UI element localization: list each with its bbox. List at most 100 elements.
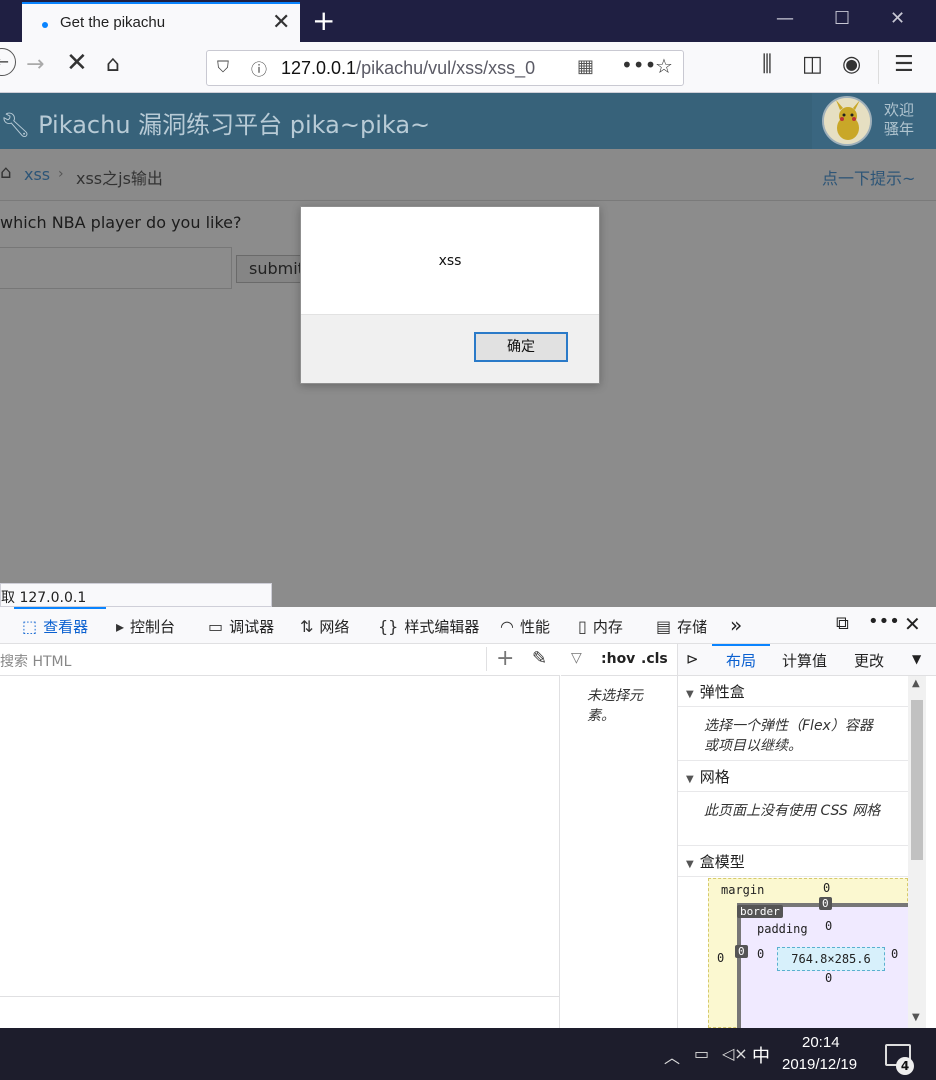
site-header: 🔧︎ Pikachu 漏洞练习平台 pika~pika~ 欢迎 骚年 (0, 93, 936, 149)
page-actions-icon[interactable]: ••• (621, 53, 656, 77)
clock-time[interactable]: 20:14 (802, 1034, 840, 1051)
more-tabs-icon[interactable]: » (730, 613, 742, 637)
back-button[interactable]: ← (0, 48, 16, 76)
box-model-border[interactable]: border 0 0 padding 0 0 764.8×285.6 0 0 (735, 897, 917, 1033)
bookmark-star-icon[interactable]: ☆ (655, 54, 673, 78)
submit-button[interactable]: submit (236, 255, 306, 283)
grid-section-header[interactable]: ▼ 网格 (678, 761, 908, 792)
loading-icon (42, 22, 48, 28)
tab-inspector[interactable]: ⬚ 查看器 (22, 616, 88, 637)
scroll-down-icon[interactable]: ▼ (912, 1012, 920, 1023)
tab-layout[interactable]: 布局 (726, 650, 756, 671)
tab-console[interactable]: ▸ 控制台 (116, 616, 175, 637)
alert-dialog: xss 确定 (300, 206, 600, 384)
tab-computed[interactable]: 计算值 (782, 650, 827, 671)
chevron-up-icon[interactable]: ︿ (664, 1044, 680, 1068)
tab-storage[interactable]: ▤ 存储 (656, 616, 707, 637)
box-model-margin[interactable]: margin 0 0 border 0 0 padding 0 0 764.8×… (708, 878, 917, 1033)
welcome-text: 欢迎 骚年 (884, 101, 914, 139)
padding-right-value[interactable]: 0 (891, 947, 898, 961)
html-search-input[interactable]: 搜索 HTML (0, 651, 71, 671)
cls-toggle[interactable]: .cls (641, 651, 668, 667)
html-search-row: 搜索 HTML + ✎ (0, 644, 560, 676)
box-model-section-header[interactable]: ▼ 盒模型 (678, 846, 908, 877)
breadcrumb-bar-divider (0, 996, 560, 997)
devtools-menu-icon[interactable]: ••• (868, 611, 900, 632)
tab-performance[interactable]: ◠ 性能 (500, 616, 550, 637)
box-model-content-size[interactable]: 764.8×285.6 (777, 947, 885, 971)
ok-button[interactable]: 确定 (474, 332, 568, 362)
layout-scrollbar[interactable]: ▲ ▼ (908, 676, 926, 1028)
qr-code-icon[interactable]: ▦ (577, 56, 594, 77)
rules-toolbar: ▽ :hov .cls (561, 644, 678, 676)
new-tab-button[interactable]: + (312, 4, 335, 37)
margin-top-value[interactable]: 0 (823, 881, 830, 895)
shield-icon[interactable]: ⛉ (217, 57, 229, 77)
url-text[interactable]: 127.0.0.1/pikachu/vul/xss/xss_0 (281, 58, 535, 79)
markup-view[interactable] (0, 676, 560, 1028)
stop-loading-button[interactable]: ✕ (66, 48, 88, 78)
border-top-value[interactable]: 0 (819, 897, 832, 910)
sidebar-icon[interactable]: ◫ (802, 52, 823, 77)
player-input[interactable] (0, 247, 232, 289)
wrench-icon: 🔧︎ (0, 111, 31, 139)
flexbox-section-header[interactable]: ▼ 弹性盒 (678, 676, 908, 707)
home-button[interactable]: ⌂ (106, 52, 120, 77)
volume-muted-icon[interactable]: ◁× (722, 1044, 748, 1063)
info-icon[interactable]: ⓘ (251, 56, 267, 80)
ime-indicator[interactable]: 中 (752, 1042, 770, 1068)
scroll-thumb[interactable] (911, 700, 923, 860)
border-left-value[interactable]: 0 (735, 945, 748, 958)
devtools-toolbar: ▏ ⬚ 查看器 ▸ 控制台 ▭ 调试器 ⇅ 网络 {} 样式编辑器 ◠ 性能 ▯ 内存 ▤ 存储… (0, 607, 936, 644)
dialog-footer: 确定 (301, 314, 599, 383)
browser-titlebar: Get the pikachu ✕ + — ☐ ✕ (0, 0, 936, 42)
tab-debugger[interactable]: ▭ 调试器 (208, 616, 274, 637)
menu-icon[interactable]: ☰ (894, 52, 914, 77)
active-tab-indicator (712, 644, 770, 646)
breadcrumb: ⌂ xss › xss之js输出 点一下提示~ (0, 149, 936, 201)
chevron-down-icon[interactable]: ▼ (912, 652, 921, 666)
user-area: 欢迎 骚年 (812, 93, 936, 149)
forward-button[interactable]: → (26, 52, 44, 77)
tab-changes[interactable]: 更改 (854, 650, 884, 671)
scroll-up-icon[interactable]: ▲ (912, 678, 920, 689)
padding-bottom-value[interactable]: 0 (825, 971, 832, 985)
notification-count-badge: 4 (896, 1057, 914, 1075)
element-picker-icon[interactable]: ▏ (0, 615, 8, 633)
tab-style-editor[interactable]: {} 样式编辑器 (378, 616, 479, 637)
breadcrumb-link-xss[interactable]: xss (24, 165, 50, 184)
debugger-icon: ▭ (208, 617, 224, 636)
devtools-panel: ▏ ⬚ 查看器 ▸ 控制台 ▭ 调试器 ⇅ 网络 {} 样式编辑器 ◠ 性能 ▯ 内存 ▤ 存储… (0, 607, 936, 1033)
library-icon[interactable]: ⫼ (762, 52, 772, 77)
performance-icon: ◠ (500, 617, 514, 636)
network-icon[interactable]: ▭ (694, 1044, 709, 1063)
memory-icon: ▯ (578, 617, 587, 636)
layout-tabs: ⊳ 布局 计算值 更改 ▼ (678, 644, 936, 676)
account-icon[interactable]: ◉ (842, 52, 861, 77)
hint-link[interactable]: 点一下提示~ (822, 165, 915, 189)
close-devtools-icon[interactable]: ✕ (904, 612, 921, 636)
filter-icon[interactable]: ▽ (571, 650, 582, 666)
toggle-sidebar-icon[interactable]: ⊳ (686, 650, 699, 668)
minimize-button[interactable]: — (776, 8, 794, 29)
close-window-button[interactable]: ✕ (890, 8, 905, 29)
tab-memory[interactable]: ▯ 内存 (578, 616, 623, 637)
maximize-button[interactable]: ☐ (834, 8, 850, 29)
margin-left-value[interactable]: 0 (717, 951, 724, 965)
url-bar[interactable]: ⛉ ⓘ 127.0.0.1/pikachu/vul/xss/xss_0 ▦ ••… (206, 50, 684, 86)
avatar[interactable] (822, 96, 872, 146)
padding-label: padding (757, 922, 808, 936)
home-icon[interactable]: ⌂ (0, 162, 11, 183)
dock-side-icon[interactable]: ⧉ (836, 613, 849, 634)
padding-left-value[interactable]: 0 (757, 947, 764, 961)
status-bar: 取 127.0.0.1 (0, 583, 272, 607)
clock-date[interactable]: 2019/12/19 (782, 1056, 857, 1073)
eyedropper-icon[interactable]: ✎ (532, 648, 547, 669)
browser-tab[interactable]: Get the pikachu ✕ (22, 2, 300, 42)
add-node-icon[interactable]: + (496, 646, 514, 671)
padding-top-value[interactable]: 0 (825, 919, 832, 933)
hov-toggle[interactable]: :hov (601, 651, 635, 667)
close-tab-icon[interactable]: ✕ (272, 10, 290, 35)
tab-network[interactable]: ⇅ 网络 (300, 616, 349, 637)
navigation-toolbar: ← → ✕ ⌂ ⛉ ⓘ 127.0.0.1/pikachu/vul/xss/xs… (0, 42, 936, 93)
